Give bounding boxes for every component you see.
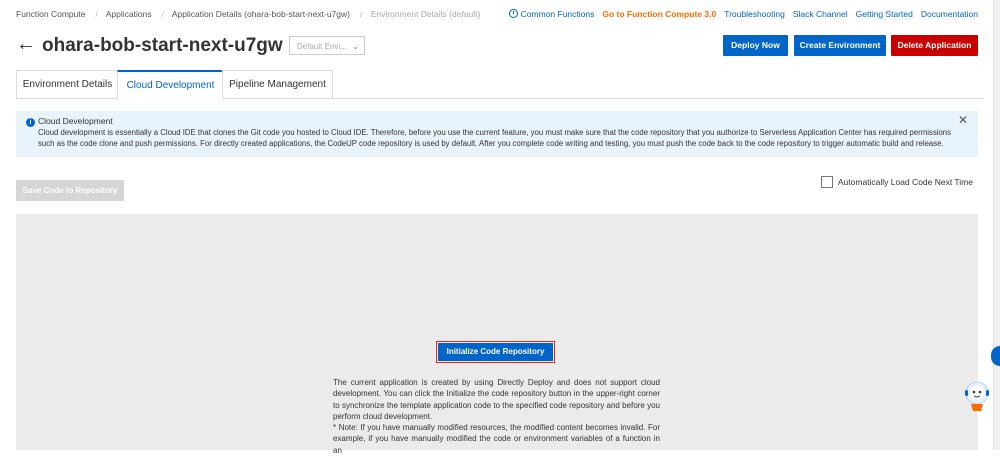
auto-load-label: Automatically Load Code Next Time	[837, 177, 973, 187]
page-title: ohara-bob-start-next-u7gw	[42, 35, 283, 56]
environment-select[interactable]: Default Envi... ⌄	[289, 36, 365, 55]
breadcrumb-application-details[interactable]: Application Details (ohara-bob-start-nex…	[172, 9, 350, 19]
floating-tab[interactable]	[991, 346, 1000, 366]
delete-application-button[interactable]: Delete Application	[891, 35, 978, 56]
top-links: Common Functions Go to Function Compute …	[508, 9, 978, 19]
troubleshooting-link[interactable]: Troubleshooting	[724, 9, 785, 19]
breadcrumb-function-compute[interactable]: Function Compute	[16, 9, 85, 19]
description-paragraph: The current application is created by us…	[333, 378, 660, 421]
chevron-down-icon: ⌄	[352, 42, 359, 51]
getting-started-link[interactable]: Getting Started	[856, 9, 913, 19]
tab-pipeline-management[interactable]: Pipeline Management	[222, 70, 333, 98]
deploy-now-button[interactable]: Deploy Now	[723, 35, 788, 56]
tab-cloud-development[interactable]: Cloud Development	[117, 70, 224, 100]
go-fc3-link[interactable]: Go to Function Compute 3.0	[602, 9, 716, 19]
common-functions-link[interactable]: Common Functions	[508, 9, 594, 19]
initialize-code-repository-button[interactable]: Initialize Code Repository	[436, 341, 555, 363]
auto-load-checkbox[interactable]	[820, 176, 833, 188]
save-code-button[interactable]: Save Code to Repository	[16, 180, 124, 201]
slack-link[interactable]: Slack Channel	[793, 9, 848, 19]
init-description: The current application is created by us…	[333, 377, 660, 456]
tab-environment-details[interactable]: Environment Details	[16, 70, 119, 98]
breadcrumb-applications[interactable]: Applications	[106, 9, 152, 19]
notice-body: Cloud development is essentially a Cloud…	[38, 128, 952, 148]
documentation-link[interactable]: Documentation	[921, 9, 978, 19]
back-arrow-icon[interactable]: ←	[16, 33, 36, 56]
scrollbar[interactable]	[993, 0, 1000, 450]
tab-bar: Environment Details Cloud Development Pi…	[16, 70, 984, 100]
create-environment-button[interactable]: Create Environment	[794, 35, 886, 56]
top-bar: Function Compute / Applications / Applicat…	[16, 9, 984, 23]
cloud-development-notice: i Cloud Development Cloud development is…	[16, 111, 978, 157]
clock-icon	[508, 9, 518, 18]
close-icon[interactable]: ✕	[958, 114, 968, 126]
auto-load-option[interactable]: Automatically Load Code Next Time	[820, 176, 973, 188]
info-icon: i	[26, 118, 35, 127]
description-note: * Note: If you have manually modified re…	[333, 423, 660, 455]
title-row: ← ohara-bob-start-next-u7gw Default Envi…	[16, 33, 978, 59]
assistant-icon[interactable]	[962, 380, 992, 412]
breadcrumb-environment-details: Environment Details (default)	[370, 9, 481, 19]
notice-title: Cloud Development	[38, 116, 113, 126]
environment-select-value: Default Envi...	[297, 42, 347, 51]
